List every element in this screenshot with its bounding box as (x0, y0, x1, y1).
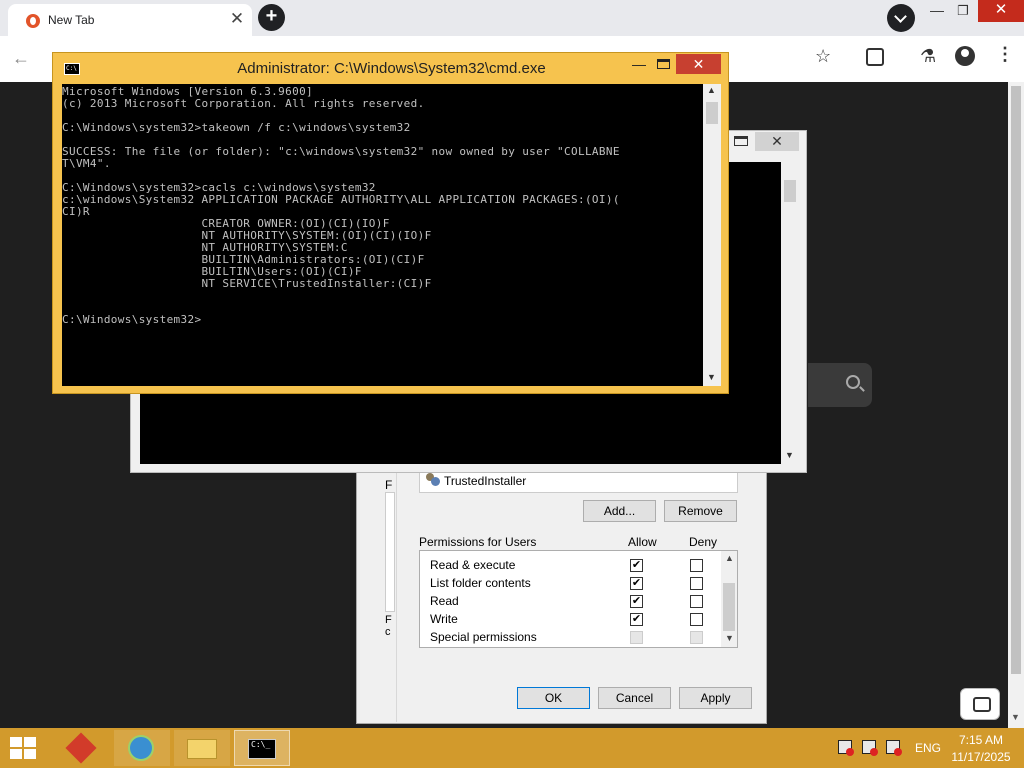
cancel-button[interactable]: Cancel (598, 687, 671, 709)
console2-close-button[interactable]: ✕ (755, 132, 799, 151)
deny-checkbox[interactable] (690, 577, 703, 590)
bookmark-star-icon[interactable]: ☆ (815, 46, 831, 67)
taskbar-app-browser[interactable] (114, 730, 170, 766)
console2-scrollbar-thumb[interactable] (784, 180, 796, 202)
clock-date[interactable]: 11/17/2025 (946, 750, 1016, 764)
browser-restore-button[interactable]: ❐ (952, 2, 974, 22)
cmd-maximize-button[interactable] (657, 59, 670, 69)
deny-checkbox[interactable] (690, 559, 703, 572)
volume-icon[interactable] (886, 740, 902, 756)
ntp-search-box[interactable] (808, 363, 872, 407)
cmd-close-button[interactable]: ✕ (676, 54, 721, 74)
permission-row: Special permissions (430, 629, 720, 645)
scroll-up-arrow-icon[interactable]: ▲ (725, 553, 734, 563)
dialog-partial-label-2: F c (385, 614, 392, 638)
labs-flask-icon[interactable]: ⚗ (920, 46, 936, 67)
language-indicator[interactable]: ENG (915, 741, 941, 755)
allow-checkbox[interactable]: ✔ (630, 595, 643, 608)
browser-menu-icon[interactable]: ⋮ (996, 44, 1014, 64)
permissions-scrollbar[interactable]: ▲ ▼ (721, 551, 737, 647)
taskbar-app-explorer[interactable] (174, 730, 230, 766)
permissions-list: Read & execute ✔ List folder contents ✔ … (419, 550, 738, 648)
tab-strip: New Tab ✕ + — ❐ ✕ (0, 0, 1024, 36)
permission-row: List folder contents ✔ (430, 575, 720, 591)
permission-label: Read (430, 594, 459, 608)
permission-label: List folder contents (430, 576, 531, 590)
scroll-up-arrow-icon[interactable]: ▲ (707, 85, 716, 95)
permission-label: Special permissions (430, 630, 537, 644)
cmd-output-text: Microsoft Windows [Version 6.3.9600] (c)… (62, 85, 620, 326)
windows-start-icon[interactable] (10, 737, 37, 759)
feedback-button[interactable] (960, 688, 1000, 720)
remove-button[interactable]: Remove (664, 500, 737, 522)
scroll-down-arrow-icon[interactable]: ▼ (725, 633, 734, 643)
tab-close-icon[interactable]: ✕ (228, 10, 246, 28)
red-cube-app-icon (65, 732, 97, 764)
console2-maximize-button[interactable] (734, 136, 748, 146)
cmd-window[interactable]: C:\ Administrator: C:\Windows\System32\c… (52, 52, 729, 394)
page-scrollbar[interactable]: ▼ (1008, 82, 1024, 730)
network-icon[interactable] (862, 740, 878, 756)
allow-checkbox[interactable]: ✔ (630, 559, 643, 572)
file-explorer-icon (187, 739, 217, 759)
permission-row: Read & execute ✔ (430, 557, 720, 573)
scroll-down-arrow-icon[interactable]: ▼ (785, 450, 794, 460)
new-tab-button[interactable]: + (258, 4, 285, 31)
taskbar-app-redcube[interactable] (54, 730, 110, 766)
allow-checkbox[interactable]: ✔ (630, 613, 643, 626)
user-name: TrustedInstaller (444, 474, 527, 488)
ok-button[interactable]: OK (517, 687, 590, 709)
cmd-scrollbar[interactable]: ▲ ▼ (703, 84, 721, 386)
add-button[interactable]: Add... (583, 500, 656, 522)
clock-time[interactable]: 7:15 AM (946, 733, 1016, 747)
duckduckgo-favicon-icon (26, 14, 40, 28)
allow-checkbox[interactable]: ✔ (630, 577, 643, 590)
users-group-icon (426, 473, 440, 486)
tab-title: New Tab (48, 13, 95, 27)
browser-tab-new-tab[interactable]: New Tab ✕ (8, 4, 252, 36)
taskbar-app-cmd[interactable]: C:\_ (234, 730, 290, 766)
browser-globe-icon (128, 735, 154, 761)
profile-icon[interactable] (955, 46, 975, 66)
deny-header: Deny (689, 535, 718, 549)
cmd-scrollbar-thumb[interactable] (706, 102, 718, 124)
action-center-flag-icon[interactable] (838, 740, 854, 756)
permissions-header: Permissions for Users (419, 535, 537, 549)
deny-checkbox[interactable] (690, 595, 703, 608)
permission-label: Read & execute (430, 558, 516, 572)
allow-header: Allow (628, 535, 657, 549)
cmd-minimize-button[interactable]: — (632, 56, 648, 74)
permissions-scrollbar-thumb[interactable] (723, 583, 735, 631)
permission-label: Write (430, 612, 458, 626)
console2-scrollbar[interactable]: ▼ (781, 162, 799, 464)
deny-checkbox[interactable] (690, 613, 703, 626)
permission-row: Read ✔ (430, 593, 720, 609)
apply-button[interactable]: Apply (679, 687, 752, 709)
tab-search-button[interactable] (887, 4, 915, 32)
back-arrow-icon[interactable]: ← (12, 48, 30, 69)
search-icon[interactable] (846, 375, 860, 389)
dialog-partial-box (385, 492, 395, 612)
browser-minimize-button[interactable]: — (924, 2, 950, 22)
permission-row: Write ✔ (430, 611, 720, 627)
browser-close-button[interactable]: ✕ (978, 0, 1024, 22)
scroll-down-arrow-icon[interactable]: ▼ (707, 372, 716, 382)
dialog-partial-label: F (385, 478, 393, 492)
cmd-output[interactable]: Microsoft Windows [Version 6.3.9600] (c)… (62, 84, 703, 386)
extensions-icon[interactable] (866, 48, 884, 66)
command-prompt-icon: C:\_ (248, 739, 276, 759)
scroll-down-arrow-icon[interactable]: ▼ (1011, 712, 1020, 722)
deny-checkbox (690, 631, 703, 644)
allow-checkbox (630, 631, 643, 644)
page-scrollbar-thumb[interactable] (1011, 86, 1021, 674)
taskbar: C:\_ ENG 7:15 AM 11/17/2025 (0, 728, 1024, 768)
cmd-window-title: Administrator: C:\Windows\System32\cmd.e… (237, 60, 546, 77)
